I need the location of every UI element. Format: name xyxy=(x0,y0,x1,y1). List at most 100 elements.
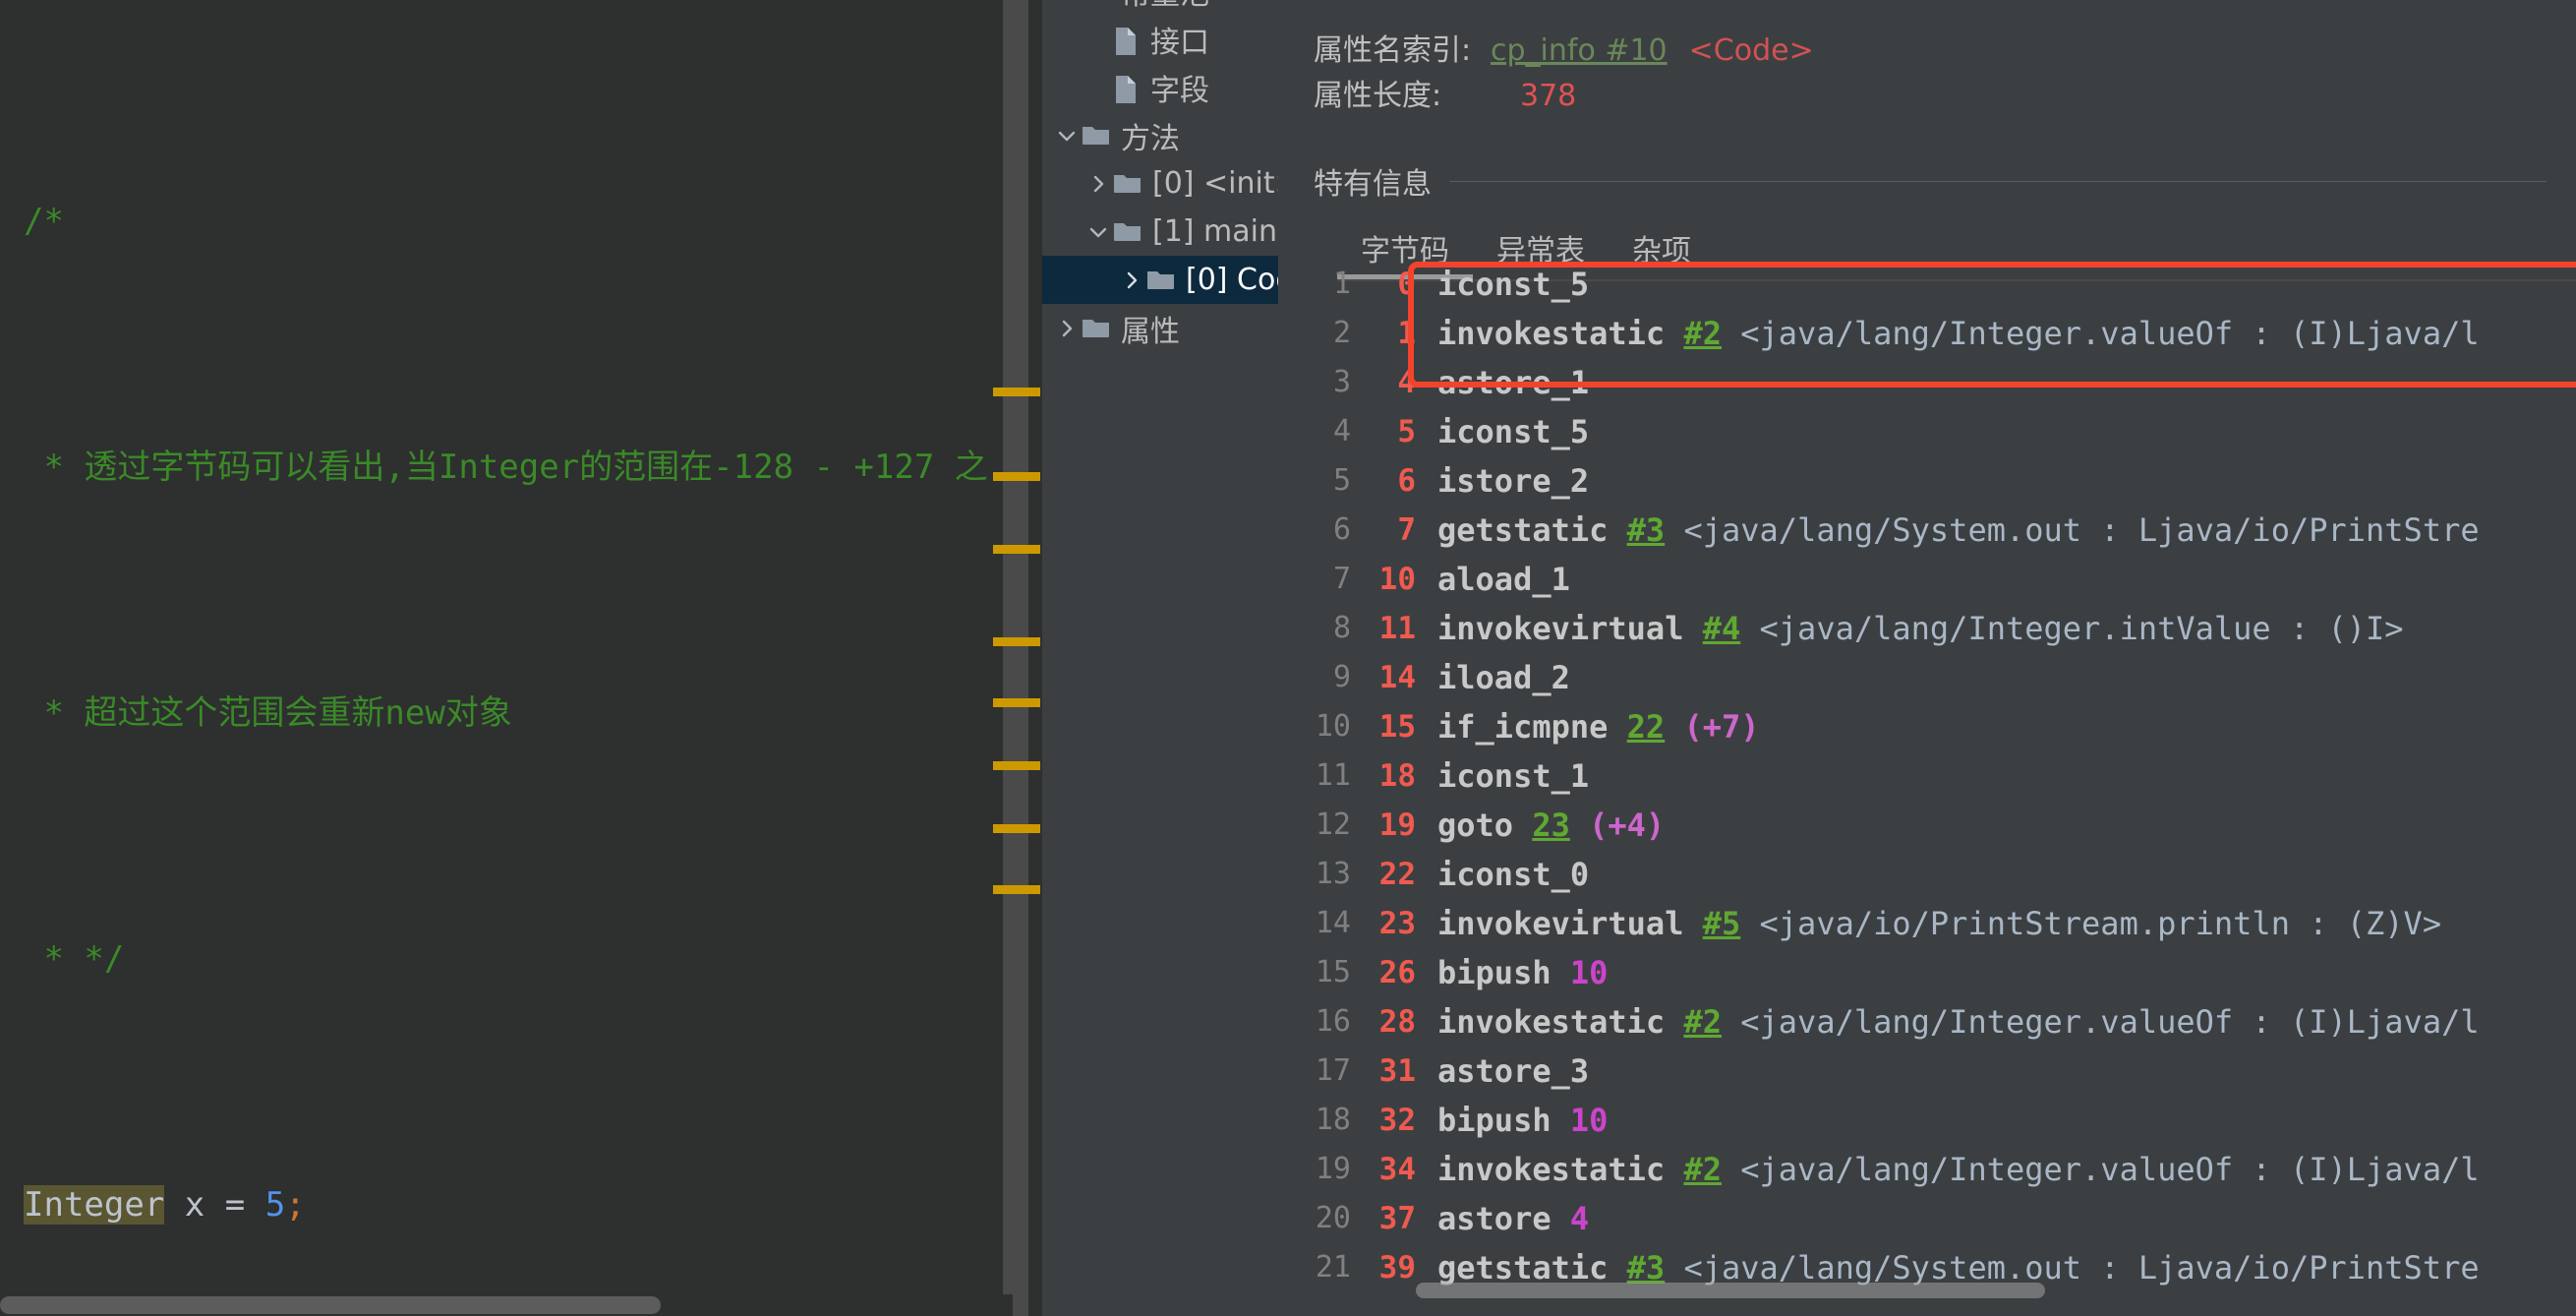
chevron-placeholder xyxy=(1082,63,1109,111)
code-line[interactable]: /* xyxy=(0,191,1042,253)
bytecode-row[interactable]: 17 31 astore_3 xyxy=(1278,1047,2576,1096)
usage-marker[interactable] xyxy=(993,545,1040,554)
bytecode-descriptor: <java/lang/Integer.valueOf : (I)Ljava/l xyxy=(1740,1003,2480,1041)
tree-item-fields[interactable]: 字段 xyxy=(1042,63,1278,111)
bytecode-body: bipush 10 xyxy=(1416,1096,1608,1145)
bytecode-row[interactable]: 16 28 invokestatic #2 <java/lang/Integer.v… xyxy=(1278,997,2576,1047)
bytecode-row[interactable]: 12 19 goto 23 (+4) xyxy=(1278,801,2576,850)
code-line[interactable]: * */ xyxy=(0,928,1042,990)
bytecode-instruction-list[interactable]: 1 0 iconst_5 2 1 invokestatic #2 <java/lang/I… xyxy=(1278,254,2576,1316)
bytecode-offset: 32 xyxy=(1378,1103,1416,1138)
folder-icon xyxy=(1111,159,1144,208)
code-editor-pane[interactable]: /* * 透过字节码可以看出,当Integer的范围在-128 - +127 之… xyxy=(0,0,1042,1316)
usage-marker[interactable] xyxy=(993,698,1040,707)
usage-marker[interactable] xyxy=(993,472,1040,481)
bytecode-row[interactable]: 3 4 astore_1 xyxy=(1278,358,2576,407)
bytecode-row[interactable]: 19 34 invokestatic #2 <java/lang/Integer.v… xyxy=(1278,1145,2576,1194)
constant-pool-ref-link[interactable]: #2 xyxy=(1683,315,1722,352)
chevron-down-icon[interactable] xyxy=(1052,111,1080,159)
editor-horizontal-scrollbar-thumb[interactable] xyxy=(0,1296,661,1314)
bytecode-row[interactable]: 18 32 bipush 10 xyxy=(1278,1096,2576,1145)
usage-marker[interactable] xyxy=(993,824,1040,833)
editor-marker-gutter[interactable] xyxy=(999,0,1042,1316)
bytecode-row[interactable]: 6 7 getstatic #3 <java/lang/System.out : L… xyxy=(1278,506,2576,555)
section-divider xyxy=(1449,180,2547,182)
cp-info-link[interactable]: cp_info #10 xyxy=(1491,33,1668,68)
chevron-down-icon[interactable] xyxy=(1083,208,1111,256)
bytecode-body: iconst_0 xyxy=(1416,850,1589,899)
code-editor-text[interactable]: /* * 透过字节码可以看出,当Integer的范围在-128 - +127 之… xyxy=(0,0,1042,1316)
constant-pool-ref-link[interactable]: #5 xyxy=(1703,905,1741,942)
tree-item-code-attribute[interactable]: [0] Cod xyxy=(1042,256,1278,304)
bytecode-row[interactable]: 4 5 iconst_5 xyxy=(1278,407,2576,456)
bytecode-row[interactable]: 9 14 iload_2 xyxy=(1278,653,2576,702)
jump-target-link[interactable]: 23 xyxy=(1532,807,1570,844)
bytecode-row-number: 7 xyxy=(1332,562,1351,596)
chevron-right-icon[interactable] xyxy=(1052,304,1080,352)
bytecode-row[interactable]: 7 10 aload_1 xyxy=(1278,555,2576,604)
bytecode-row[interactable]: 8 11 invokevirtual #4 <java/lang/Integer.i… xyxy=(1278,604,2576,653)
editor-vertical-scrollbar[interactable] xyxy=(1003,0,1028,1316)
bytecode-mnemonic: iconst_5 xyxy=(1437,266,1590,303)
tree-item-method-main[interactable]: [1] main xyxy=(1042,208,1278,256)
detail-horizontal-scrollbar-thumb[interactable] xyxy=(1416,1283,2045,1298)
bytecode-mnemonic: astore_3 xyxy=(1437,1052,1590,1090)
bytecode-row[interactable]: 13 22 iconst_0 xyxy=(1278,850,2576,899)
bytecode-body: istore_2 xyxy=(1416,456,1589,506)
constant-pool-ref-link[interactable]: #3 xyxy=(1627,1249,1666,1286)
bytecode-row[interactable]: 1 0 iconst_5 xyxy=(1278,260,2576,309)
bytecode-row[interactable]: 11 18 iconst_1 xyxy=(1278,751,2576,801)
chevron-right-icon[interactable] xyxy=(1083,159,1111,208)
constant-pool-ref-link[interactable]: #2 xyxy=(1683,1151,1722,1188)
bytecode-row-number: 10 xyxy=(1315,709,1351,744)
bytecode-offset: 22 xyxy=(1378,857,1416,892)
bytecode-row-number: 2 xyxy=(1332,316,1351,350)
usage-marker[interactable] xyxy=(993,885,1040,894)
bytecode-row[interactable]: 10 15 if_icmpne 22 (+7) xyxy=(1278,702,2576,751)
bytecode-offset: 23 xyxy=(1378,906,1416,941)
bytecode-offset: 26 xyxy=(1378,955,1416,990)
bytecode-row[interactable]: 20 37 astore 4 xyxy=(1278,1194,2576,1243)
code-line[interactable]: Integer x = 5; xyxy=(0,1174,1042,1236)
class-structure-tree[interactable]: 常量池 接口 字段 方法 xyxy=(1042,0,1278,1316)
specific-info-label: 特有信息 xyxy=(1314,167,1432,202)
chevron-down-icon[interactable] xyxy=(1052,0,1080,15)
bytecode-row-number: 8 xyxy=(1332,611,1351,645)
bytecode-offset: 19 xyxy=(1378,808,1416,843)
tree-item-methods[interactable]: 方法 xyxy=(1042,111,1278,159)
tree-item-label: [0] <init> xyxy=(1152,166,1278,201)
code-line[interactable]: * 透过字节码可以看出,当Integer的范围在-128 - +127 之 xyxy=(0,437,1042,499)
tree-item-attributes[interactable]: 属性 xyxy=(1042,304,1278,352)
usage-marker[interactable] xyxy=(993,637,1040,646)
tree-item-constant-pool[interactable]: 常量池 xyxy=(1042,0,1278,15)
bytecode-mnemonic: aload_1 xyxy=(1437,561,1570,598)
constant-pool-ref-link[interactable]: #2 xyxy=(1683,1003,1722,1041)
bytecode-body: bipush 10 xyxy=(1416,948,1608,997)
bytecode-body: if_icmpne 22 (+7) xyxy=(1416,702,1760,751)
bytecode-row-number: 3 xyxy=(1332,365,1351,399)
specific-info-section-header: 特有信息 xyxy=(1314,159,2576,203)
usage-marker[interactable] xyxy=(993,388,1040,396)
constant-pool-ref-link[interactable]: #3 xyxy=(1627,511,1666,549)
bytecode-row-number: 19 xyxy=(1315,1152,1351,1186)
tree-item-interfaces[interactable]: 接口 xyxy=(1042,15,1278,63)
bytecode-body: astore 4 xyxy=(1416,1194,1589,1243)
bytecode-row[interactable]: 15 26 bipush 10 xyxy=(1278,948,2576,997)
editor-horizontal-scrollbar-track[interactable] xyxy=(0,1294,1013,1316)
jump-target-link[interactable]: 22 xyxy=(1627,708,1666,746)
code-line[interactable]: * 超过这个范围会重新new对象 xyxy=(0,683,1042,745)
usage-marker[interactable] xyxy=(993,761,1040,770)
bytecode-row[interactable]: 2 1 invokestatic #2 <java/lang/Integer.val… xyxy=(1278,309,2576,358)
bytecode-mnemonic: bipush xyxy=(1437,1102,1551,1139)
bytecode-row-number: 5 xyxy=(1332,463,1351,498)
tree-item-label: 属性 xyxy=(1121,314,1180,349)
bytecode-mnemonic: iconst_0 xyxy=(1437,856,1590,893)
bytecode-row[interactable]: 5 6 istore_2 xyxy=(1278,456,2576,506)
immediate-operand: 4 xyxy=(1569,1200,1590,1237)
tree-item-label: 方法 xyxy=(1121,121,1180,156)
bytecode-row[interactable]: 14 23 invokevirtual #5 <java/io/PrintStrea… xyxy=(1278,899,2576,948)
constant-pool-ref-link[interactable]: #4 xyxy=(1703,610,1741,647)
attribute-length-row: 属性长度: 378 xyxy=(1314,71,2576,116)
tree-item-method-init[interactable]: [0] <init> xyxy=(1042,159,1278,208)
chevron-right-icon[interactable] xyxy=(1117,256,1144,304)
